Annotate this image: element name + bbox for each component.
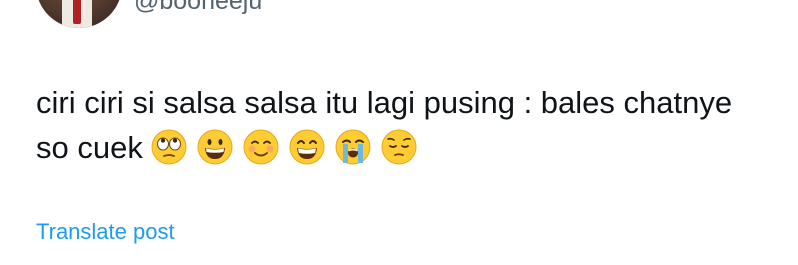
emoji-row xyxy=(151,129,427,165)
avatar[interactable] xyxy=(36,0,122,28)
pensive-face-icon xyxy=(381,129,417,165)
tweet-text-line-1: ciri ciri si salsa salsa itu lagi pusing… xyxy=(36,85,733,120)
tweet-text-line-2-wrap: so cuek xyxy=(36,125,776,170)
smiling-face-icon xyxy=(243,129,279,165)
beaming-face-icon xyxy=(289,129,325,165)
rolling-eyes-icon xyxy=(151,129,187,165)
crying-face-icon xyxy=(335,129,371,165)
tweet-card: @booneeju ciri ciri si salsa salsa itu l… xyxy=(0,0,798,265)
avatar-tie xyxy=(73,0,81,24)
grinning-face-icon xyxy=(197,129,233,165)
tweet-text: ciri ciri si salsa salsa itu lagi pusing… xyxy=(36,80,776,170)
translate-post-link[interactable]: Translate post xyxy=(36,218,175,246)
tweet-text-line-2: so cuek xyxy=(36,130,143,165)
user-handle[interactable]: @booneeju xyxy=(134,0,262,16)
